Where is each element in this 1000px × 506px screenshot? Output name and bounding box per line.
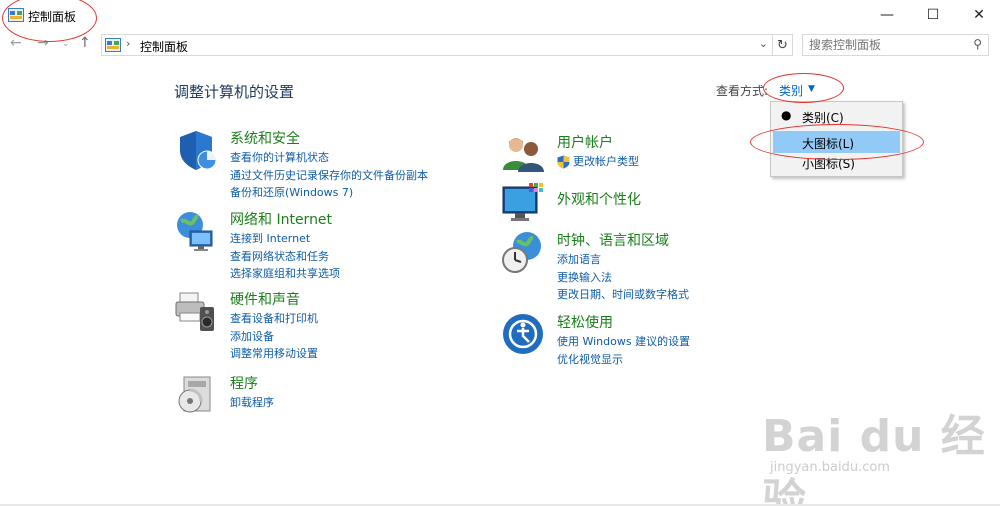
link-backup-restore[interactable]: 备份和还原(Windows 7) xyxy=(230,184,428,202)
monitor-personalize-icon xyxy=(502,183,543,221)
category-title[interactable]: 外观和个性化 xyxy=(557,189,641,209)
link-label: 更改帐户类型 xyxy=(573,155,639,168)
up-arrow-icon[interactable]: ↑ xyxy=(79,35,91,51)
baidu-watermark: Bai du 经验 jingyan.baidu.com xyxy=(762,400,992,506)
link-add-device[interactable]: 添加设备 xyxy=(230,328,318,346)
breadcrumb[interactable]: 控制面板 xyxy=(140,38,188,55)
recent-locations-icon[interactable]: ⌄ xyxy=(62,39,70,49)
category-title[interactable]: 程序 xyxy=(230,373,258,393)
back-arrow-icon[interactable]: ← xyxy=(10,35,22,51)
menu-item-label: 小图标(S) xyxy=(802,157,855,171)
search-input[interactable] xyxy=(803,35,968,55)
link-file-history-backup[interactable]: 通过文件历史记录保存你的文件备份副本 xyxy=(230,167,428,185)
address-bar[interactable]: › 控制面板 ⌄ xyxy=(101,34,773,56)
selected-bullet-icon: ● xyxy=(781,108,792,122)
chevron-down-icon[interactable]: ⌄ xyxy=(759,37,768,50)
menu-item-label: 大图标(L) xyxy=(802,137,855,151)
menu-item-label: 类别(C) xyxy=(802,111,844,125)
clock-globe-icon xyxy=(502,232,541,273)
title-bar: 控制面板 — ☐ ✕ xyxy=(0,0,1000,30)
link-homegroup-sharing[interactable]: 选择家庭组和共享选项 xyxy=(230,265,340,283)
view-by-menu: ● 类别(C) 大图标(L) 小图标(S) xyxy=(770,101,903,177)
network-globe-icon xyxy=(177,212,213,251)
control-panel-icon xyxy=(8,8,24,22)
link-connect-internet[interactable]: 连接到 Internet xyxy=(230,230,340,248)
link-change-account-type[interactable]: 更改帐户类型 xyxy=(557,153,639,171)
category-title[interactable]: 时钟、语言和区域 xyxy=(557,230,669,250)
printer-speaker-icon xyxy=(175,292,214,331)
link-mobility-settings[interactable]: 调整常用移动设置 xyxy=(230,345,318,363)
link-add-language[interactable]: 添加语言 xyxy=(557,251,689,269)
shield-security-icon xyxy=(180,131,217,170)
link-change-input-method[interactable]: 更换输入法 xyxy=(557,269,689,287)
link-uninstall-program[interactable]: 卸载程序 xyxy=(230,394,274,412)
control-panel-icon xyxy=(105,38,121,52)
category-title[interactable]: 系统和安全 xyxy=(230,128,300,148)
category-title[interactable]: 用户帐户 xyxy=(557,132,613,152)
category-title[interactable]: 网络和 Internet xyxy=(230,209,332,229)
refresh-button[interactable]: ↻ xyxy=(773,34,793,56)
view-by-label: 查看方式: xyxy=(716,84,769,98)
category-title[interactable]: 硬件和声音 xyxy=(230,289,300,309)
window-title: 控制面板 xyxy=(28,10,77,24)
maximize-button[interactable]: ☐ xyxy=(910,0,956,30)
navigation-bar: ← → ⌄ ↑ › 控制面板 ⌄ ↻ ⚲ xyxy=(0,31,1000,59)
breadcrumb-separator-icon[interactable]: › xyxy=(126,37,130,50)
uac-shield-icon xyxy=(557,155,570,169)
link-date-time-format[interactable]: 更改日期、时间或数字格式 xyxy=(557,286,689,304)
programs-disc-icon xyxy=(178,376,211,413)
watermark-logo-text: Bai du 经验 xyxy=(762,411,986,506)
annotation-ellipse-view-by xyxy=(763,73,844,103)
close-button[interactable]: ✕ xyxy=(956,0,1000,30)
search-icon[interactable]: ⚲ xyxy=(973,37,982,51)
link-windows-recommended-settings[interactable]: 使用 Windows 建议的设置 xyxy=(557,333,690,351)
link-network-status[interactable]: 查看网络状态和任务 xyxy=(230,248,340,266)
search-box[interactable]: ⚲ xyxy=(802,34,989,56)
forward-arrow-icon[interactable]: → xyxy=(37,35,49,51)
category-title[interactable]: 轻松使用 xyxy=(557,312,613,332)
watermark-url: jingyan.baidu.com xyxy=(770,460,890,475)
link-devices-printers[interactable]: 查看设备和打印机 xyxy=(230,310,318,328)
view-by-dropdown[interactable]: 类别 xyxy=(779,82,803,99)
ease-of-access-icon xyxy=(503,314,543,354)
menu-item-category[interactable]: ● 类别(C) xyxy=(773,105,900,127)
menu-item-small-icons[interactable]: 小图标(S) xyxy=(773,151,900,173)
page-title: 调整计算机的设置 xyxy=(174,83,295,101)
minimize-button[interactable]: — xyxy=(864,0,910,30)
caret-down-icon[interactable]: ▼ xyxy=(808,84,815,94)
users-icon xyxy=(503,138,544,172)
link-optimize-display[interactable]: 优化视觉显示 xyxy=(557,351,690,369)
menu-item-large-icons[interactable]: 大图标(L) xyxy=(773,131,900,153)
link-view-computer-status[interactable]: 查看你的计算机状态 xyxy=(230,149,428,167)
